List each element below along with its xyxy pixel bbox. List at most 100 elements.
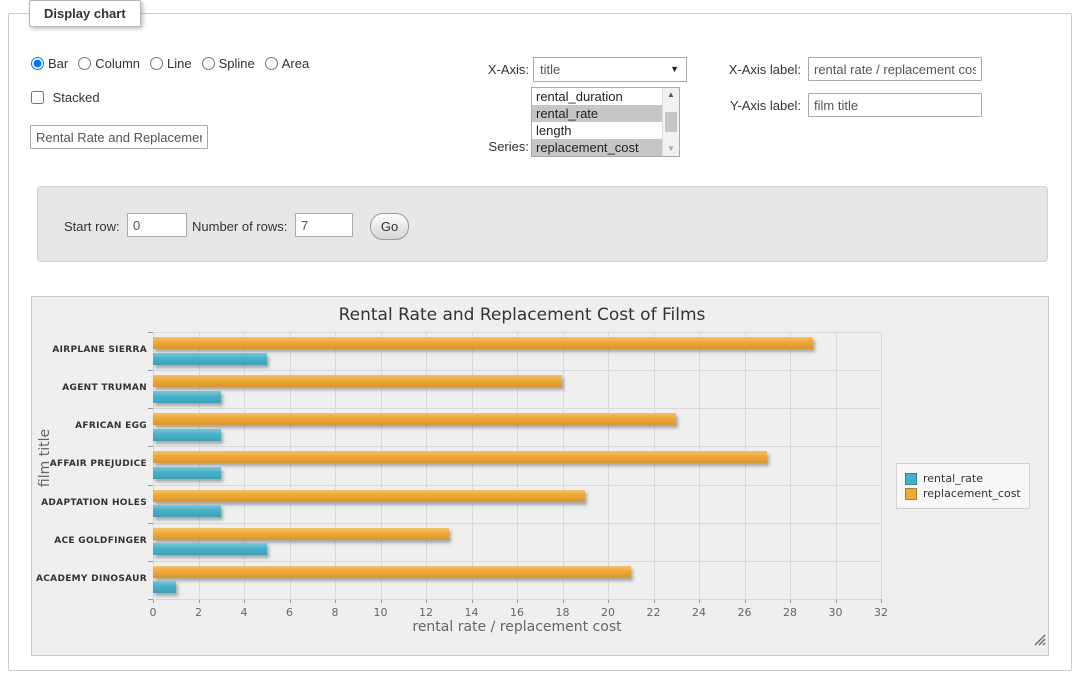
chart-type-column[interactable]: Column	[78, 56, 140, 71]
category-tick	[148, 523, 153, 524]
stacked-checkbox-row[interactable]: Stacked	[31, 90, 100, 105]
category-label: ACE GOLDFINGER	[31, 536, 147, 546]
bar-sheen	[153, 337, 813, 349]
x-tick-label: 2	[184, 606, 214, 619]
series-option-rental_duration[interactable]: rental_duration	[532, 88, 662, 105]
bar-sheen	[153, 429, 221, 441]
x-tick-label: 20	[593, 606, 623, 619]
page: Display chart BarColumnLineSplineArea St…	[0, 0, 1081, 681]
gridline	[153, 523, 881, 524]
listbox-scrollbar[interactable]: ▲ ▼	[662, 88, 679, 156]
x-tick-label: 22	[639, 606, 669, 619]
number-of-rows-input[interactable]	[295, 213, 353, 237]
bar-replacement_cost[interactable]	[153, 413, 676, 425]
bar-replacement_cost[interactable]	[153, 451, 767, 463]
scrollbar-thumb[interactable]	[665, 112, 677, 132]
x-tick-label: 14	[457, 606, 487, 619]
bar-replacement_cost[interactable]	[153, 337, 813, 349]
bar-sheen	[153, 353, 267, 365]
bar-replacement_cost[interactable]	[153, 375, 562, 387]
bar-sheen	[153, 451, 767, 463]
series-options: rental_durationrental_ratelengthreplacem…	[532, 88, 662, 156]
x-tick-label: 26	[730, 606, 760, 619]
gridline	[745, 332, 746, 599]
bar-rental_rate[interactable]	[153, 391, 221, 403]
scroll-up-icon[interactable]: ▲	[664, 88, 678, 102]
gridline	[153, 332, 154, 599]
series-option-replacement_cost[interactable]: replacement_cost	[532, 139, 662, 156]
x-tick-label: 0	[138, 606, 168, 619]
start-row-input[interactable]	[127, 213, 187, 237]
resize-grip-icon[interactable]	[1034, 634, 1046, 646]
gridline	[608, 332, 609, 599]
bar-replacement_cost[interactable]	[153, 528, 449, 540]
chart-type-area[interactable]: Area	[265, 56, 309, 71]
scroll-down-icon[interactable]: ▼	[664, 142, 678, 156]
bar-sheen	[153, 566, 631, 578]
series-option-rental_rate[interactable]: rental_rate	[532, 105, 662, 122]
bar-sheen	[153, 543, 267, 555]
gridline	[290, 332, 291, 599]
bar-rental_rate[interactable]	[153, 543, 267, 555]
stacked-label: Stacked	[53, 90, 100, 105]
legend-item-rental_rate[interactable]: rental_rate	[905, 472, 1021, 485]
chart-name-input[interactable]	[30, 125, 208, 149]
x-axis-select[interactable]: title ▼	[533, 57, 687, 82]
chart-type-label: Area	[282, 56, 309, 71]
chart-type-radio-column[interactable]	[78, 57, 91, 70]
chevron-down-icon: ▼	[670, 64, 679, 74]
x-tick-label: 4	[229, 606, 259, 619]
start-row-label: Start row:	[64, 219, 120, 234]
x-tick-label: 30	[821, 606, 851, 619]
bar-sheen	[153, 413, 676, 425]
row-controls-panel: Start row: Number of rows: Go	[37, 186, 1048, 262]
bar-rental_rate[interactable]	[153, 467, 221, 479]
gridline	[836, 332, 837, 599]
bar-sheen	[153, 490, 585, 502]
go-button[interactable]: Go	[370, 213, 409, 240]
stacked-checkbox[interactable]	[31, 91, 44, 104]
legend-label: rental_rate	[923, 472, 983, 485]
gridline	[881, 332, 882, 599]
x-axis-label-input[interactable]	[808, 57, 982, 81]
y-axis-label-input[interactable]	[808, 93, 982, 117]
gridline	[153, 485, 881, 486]
chart-type-bar[interactable]: Bar	[31, 56, 68, 71]
chart-x-axis-title: rental rate / replacement cost	[153, 619, 881, 635]
bar-replacement_cost[interactable]	[153, 566, 631, 578]
chart-type-radio-spline[interactable]	[202, 57, 215, 70]
gridline	[199, 332, 200, 599]
gridline	[472, 332, 473, 599]
gridline	[654, 332, 655, 599]
bar-rental_rate[interactable]	[153, 505, 221, 517]
series-listbox[interactable]: rental_durationrental_ratelengthreplacem…	[531, 87, 680, 157]
series-option-length[interactable]: length	[532, 122, 662, 139]
x-tick-label: 28	[775, 606, 805, 619]
gridline	[153, 446, 881, 447]
bar-sheen	[153, 528, 449, 540]
chart-type-radio-line[interactable]	[150, 57, 163, 70]
chart-type-label: Spline	[219, 56, 255, 71]
category-tick	[148, 408, 153, 409]
bar-rental_rate[interactable]	[153, 353, 267, 365]
category-tick	[148, 446, 153, 447]
gridline	[153, 599, 881, 600]
gridline	[563, 332, 564, 599]
bar-rental_rate[interactable]	[153, 581, 176, 593]
chart-type-spline[interactable]: Spline	[202, 56, 255, 71]
chart-type-label: Column	[95, 56, 140, 71]
category-tick	[148, 332, 153, 333]
chart-type-line[interactable]: Line	[150, 56, 192, 71]
bar-sheen	[153, 467, 221, 479]
y-axis-label-field-label: Y-Axis label:	[709, 98, 801, 113]
category-tick	[148, 599, 153, 600]
bar-rental_rate[interactable]	[153, 429, 221, 441]
chart-type-radio-area[interactable]	[265, 57, 278, 70]
chart-type-radio-bar[interactable]	[31, 57, 44, 70]
series-select-label: Series:	[409, 139, 529, 154]
gridline	[244, 332, 245, 599]
number-of-rows-label: Number of rows:	[192, 219, 287, 234]
category-label: AIRPLANE SIERRA	[31, 345, 147, 355]
bar-replacement_cost[interactable]	[153, 490, 585, 502]
legend-item-replacement_cost[interactable]: replacement_cost	[905, 487, 1021, 500]
